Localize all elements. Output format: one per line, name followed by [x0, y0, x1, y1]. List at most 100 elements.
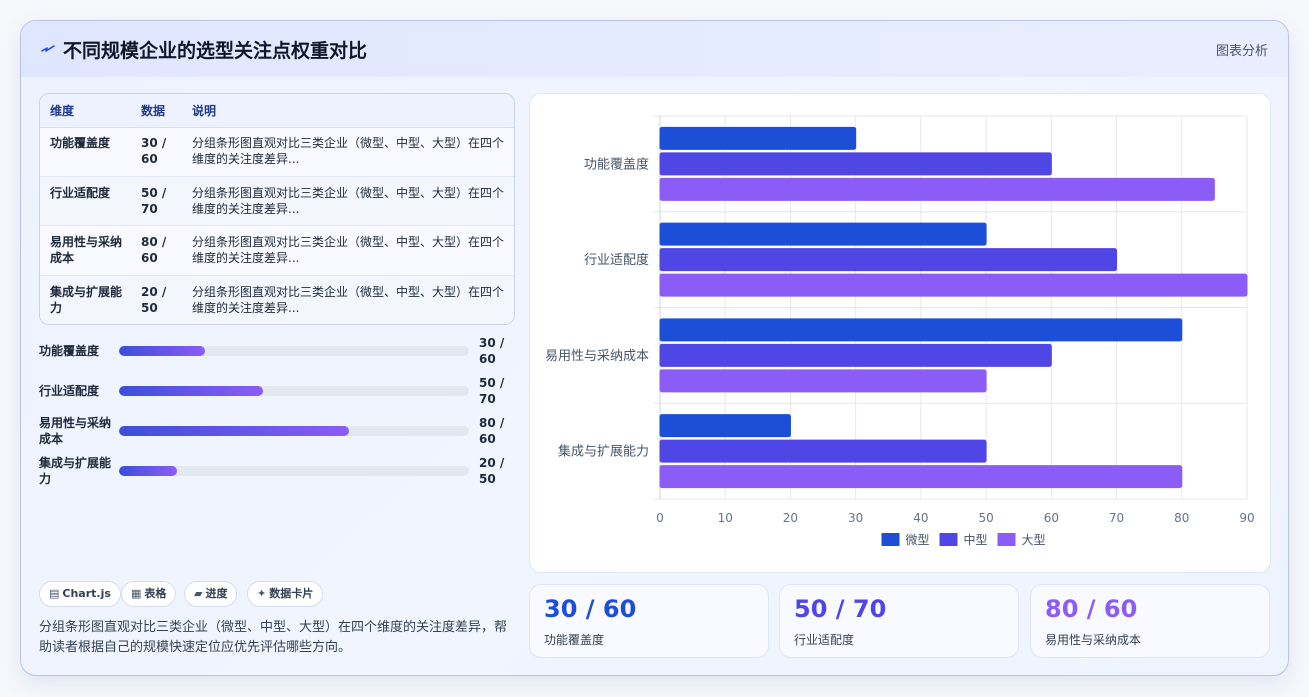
table-cell-desc: 分组条形图直观对比三类企业（微型、中型、大型）在四个维度的关注度差异...	[192, 285, 505, 315]
progress-value: 50 / 70	[479, 376, 505, 406]
stat-value: 80 / 60	[1045, 595, 1138, 623]
data-table: 维度 数据 说明 功能覆盖度 30 / 60 分组条形图直观对比三类企业（微型、…	[39, 93, 515, 325]
bar	[659, 414, 791, 438]
tag-table[interactable]: ▦ 表格	[121, 581, 177, 607]
chart-card: 不同规模企业的选型关注点权重对比 图表分析 维度 数据 说明 功能覆盖度 30 …	[20, 20, 1289, 676]
table-cell-data: 20 / 50	[141, 285, 167, 315]
bar	[659, 248, 1118, 272]
table-cell-desc: 分组条形图直观对比三类企业（微型、中型、大型）在四个维度的关注度差异...	[192, 186, 505, 216]
progress-fill	[119, 386, 263, 396]
tag-label: 进度	[205, 587, 228, 600]
progress-value: 30 / 60	[479, 336, 505, 366]
x-tick-label: 80	[1174, 511, 1189, 525]
bar	[659, 177, 1215, 201]
bar	[659, 343, 1052, 367]
progress-fill	[119, 466, 177, 476]
table-cell-dimension: 功能覆盖度	[50, 136, 111, 150]
card-icon: ✦	[257, 587, 267, 600]
progress-fill	[119, 346, 205, 356]
progress-row: 易用性与采纳成本 80 / 60	[39, 415, 519, 447]
table-header-cell: 说明	[192, 104, 217, 118]
table-icon: ▦	[131, 587, 142, 600]
progress-label: 集成与扩展能力	[39, 456, 112, 486]
table-row: 集成与扩展能力 20 / 50 分组条形图直观对比三类企业（微型、中型、大型）在…	[40, 276, 514, 324]
tag-label: 数据卡片	[269, 587, 314, 600]
table-cell-data: 80 / 60	[141, 235, 167, 265]
stat-label: 易用性与采纳成本	[1045, 633, 1142, 647]
table-cell-desc: 分组条形图直观对比三类企业（微型、中型、大型）在四个维度的关注度差异...	[192, 235, 505, 265]
progress-track	[119, 466, 469, 476]
chart-description: 分组条形图直观对比三类企业（微型、中型、大型）在四个维度的关注度差异，帮助读者根…	[39, 620, 508, 655]
legend-swatch	[997, 533, 1016, 546]
bar	[659, 222, 987, 246]
bar	[659, 273, 1248, 297]
table-cell-dimension: 易用性与采纳成本	[50, 235, 123, 265]
progress-track	[119, 426, 469, 436]
table-cell-desc: 分组条形图直观对比三类企业（微型、中型、大型）在四个维度的关注度差异...	[192, 136, 505, 166]
progress-track	[119, 346, 469, 356]
stat-card: 30 / 60 功能覆盖度	[529, 584, 769, 658]
chart-icon: ▤	[49, 587, 60, 600]
category-label: 功能覆盖度	[584, 156, 649, 172]
table-header-cell: 维度	[50, 104, 75, 118]
stat-value: 30 / 60	[544, 595, 637, 623]
bar	[659, 369, 987, 393]
x-tick-label: 50	[978, 511, 993, 525]
progress-track	[119, 386, 469, 396]
legend-label: 微型	[906, 533, 930, 547]
bar	[659, 126, 857, 150]
table-row: 易用性与采纳成本 80 / 60 分组条形图直观对比三类企业（微型、中型、大型）…	[40, 226, 514, 276]
progress-row: 集成与扩展能力 20 / 50	[39, 455, 519, 487]
bar	[659, 152, 1052, 176]
x-tick-label: 0	[656, 511, 664, 525]
legend-label: 大型	[1022, 533, 1046, 547]
progress-value: 20 / 50	[479, 456, 505, 486]
tag-progress[interactable]: ▰ 进度	[184, 581, 238, 607]
table-cell-dimension: 行业适配度	[50, 186, 111, 200]
tag-label: Chart.js	[62, 587, 111, 600]
tag-data-card[interactable]: ✦ 数据卡片	[247, 581, 324, 607]
tag-label: 表格	[144, 587, 167, 600]
progress-icon: ▰	[194, 587, 203, 600]
x-tick-label: 30	[848, 511, 863, 525]
table-row: 功能覆盖度 30 / 60 分组条形图直观对比三类企业（微型、中型、大型）在四个…	[40, 127, 514, 177]
progress-fill	[119, 426, 349, 436]
table-cell-dimension: 集成与扩展能力	[50, 285, 123, 315]
legend-swatch	[881, 533, 900, 546]
category-label: 行业适配度	[584, 252, 649, 268]
bar-chart: 0 10 20 30 40 50 60 70 80 90 功能覆盖度行业适配度易用性与采纳成本集成与…	[545, 115, 1255, 547]
x-tick-label: 60	[1044, 511, 1059, 525]
page-title: 不同规模企业的选型关注点权重对比	[63, 40, 368, 62]
table-header-row: 维度 数据 说明	[40, 94, 514, 128]
table-cell-data: 50 / 70	[141, 186, 167, 216]
legend-swatch	[939, 533, 958, 546]
x-tick-label: 40	[913, 511, 928, 525]
progress-row: 功能覆盖度 30 / 60	[39, 335, 519, 367]
x-tick-label: 70	[1109, 511, 1124, 525]
card-header: 不同规模企业的选型关注点权重对比 图表分析	[21, 21, 1288, 77]
table-header-cell: 数据	[141, 104, 166, 118]
stat-card: 80 / 60 易用性与采纳成本	[1030, 584, 1270, 658]
progress-label: 行业适配度	[39, 384, 100, 398]
progress-value: 80 / 60	[479, 416, 505, 446]
progress-label: 易用性与采纳成本	[39, 416, 112, 446]
category-label: 集成与扩展能力	[558, 444, 649, 460]
x-tick-label: 10	[718, 511, 733, 525]
bar	[659, 318, 1183, 342]
progress-row: 行业适配度 50 / 70	[39, 375, 519, 407]
bar	[659, 465, 1183, 489]
section-tag: 图表分析	[1215, 44, 1268, 59]
tag-chartjs[interactable]: ▤ Chart.js	[39, 581, 121, 607]
stat-label: 功能覆盖度	[544, 633, 605, 647]
bar	[659, 439, 987, 463]
stat-label: 行业适配度	[794, 633, 855, 647]
bar-chart-panel: 0 10 20 30 40 50 60 70 80 90 功能覆盖度行业适配度易用性与采纳成本集成与…	[529, 93, 1271, 573]
progress-label: 功能覆盖度	[39, 344, 100, 358]
x-tick-label: 90	[1239, 511, 1254, 525]
table-cell-data: 30 / 60	[141, 136, 167, 166]
x-tick-label: 20	[783, 511, 798, 525]
stat-value: 50 / 70	[794, 595, 887, 623]
stat-card: 50 / 70 行业适配度	[779, 584, 1019, 658]
legend-label: 中型	[964, 532, 988, 547]
category-label: 易用性与采纳成本	[545, 349, 649, 364]
